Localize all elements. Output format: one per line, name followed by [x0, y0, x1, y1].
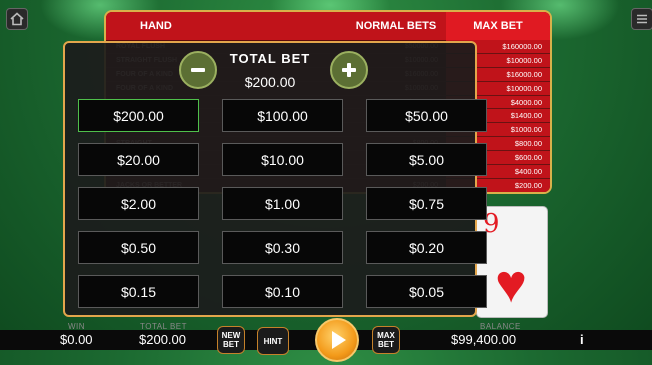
increase-bet-button[interactable] — [330, 51, 368, 89]
bet-option-button[interactable]: $2.00 — [78, 187, 199, 220]
bet-option-button[interactable]: $0.30 — [222, 231, 343, 264]
info-button[interactable]: i — [580, 332, 584, 347]
balance-value: $99,400.00 — [451, 332, 517, 347]
bet-option-button[interactable]: $10.00 — [222, 143, 343, 176]
bet-options-grid: $200.00 $100.00 $50.00 $20.00 $10.00 $5.00 $2.… — [78, 99, 487, 308]
total-bet-panel: TOTAL BET $200.00 $200.00 $100.00 $50.00 $2… — [63, 41, 487, 317]
total-bet-title: TOTAL BET — [229, 51, 311, 66]
menu-button[interactable] — [631, 8, 652, 30]
win-value: $0.00 — [60, 332, 93, 347]
bet-option-button[interactable]: $0.15 — [78, 275, 199, 308]
bet-option-button[interactable]: $5.00 — [366, 143, 487, 176]
win-label: WIN — [68, 322, 86, 331]
paytable-normal-header: NORMAL BETS — [355, 20, 437, 32]
home-button[interactable] — [6, 8, 28, 30]
heart-suit-icon: ♥ — [495, 254, 528, 314]
plus-icon — [342, 63, 356, 77]
bet-option-button[interactable]: $0.75 — [366, 187, 487, 220]
bet-option-button[interactable]: $50.00 — [366, 99, 487, 132]
total-bet-value: $200.00 — [244, 74, 296, 90]
paytable-header: HAND NORMAL BETS MAX BET — [106, 12, 550, 40]
bet-option-button[interactable]: $100.00 — [222, 99, 343, 132]
total-bet-label: TOTAL BET — [140, 322, 188, 331]
balance-label: BALANCE — [480, 322, 521, 331]
bet-option-button[interactable]: $0.10 — [222, 275, 343, 308]
bet-option-button[interactable]: $20.00 — [78, 143, 199, 176]
bet-option-button[interactable]: $0.05 — [366, 275, 487, 308]
deal-button[interactable] — [315, 318, 359, 362]
hint-button[interactable]: HINT — [257, 327, 289, 355]
menu-icon — [637, 14, 647, 24]
paytable-max-header: MAX BET — [446, 12, 550, 40]
home-icon — [10, 12, 24, 26]
play-icon — [332, 331, 346, 349]
bottom-total-bet-value: $200.00 — [139, 332, 186, 347]
paytable-hand-header: HAND — [140, 20, 172, 32]
bet-option-button[interactable]: $0.20 — [366, 231, 487, 264]
bet-option-button[interactable]: $1.00 — [222, 187, 343, 220]
bet-option-button[interactable]: $0.50 — [78, 231, 199, 264]
bet-option-button[interactable]: $200.00 — [78, 99, 199, 132]
